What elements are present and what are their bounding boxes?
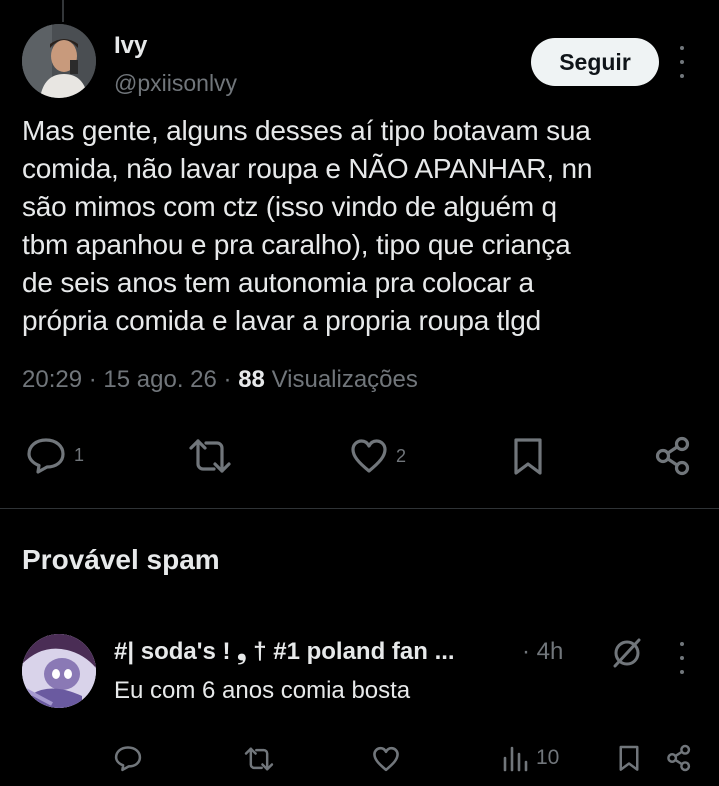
grok-icon[interactable]	[610, 636, 644, 675]
bookmark-icon	[619, 745, 639, 771]
heart-icon	[373, 746, 399, 772]
tweet-meta: 20:29 · 15 ago. 26 · 88 Visualizações	[22, 366, 418, 393]
reply-button[interactable]: 1	[26, 436, 84, 474]
like-count: 2	[396, 445, 407, 466]
reply-retweet-button[interactable]	[244, 746, 274, 772]
retweet-button[interactable]	[188, 438, 232, 474]
reply-text: Eu com 6 anos comia bosta	[114, 677, 411, 704]
share-icon	[667, 744, 691, 772]
reply-views-button[interactable]: 10	[502, 744, 559, 772]
tweet-date[interactable]: 15 ago. 26	[103, 366, 216, 393]
bookmark-icon	[514, 438, 542, 475]
tweet-text: Mas gente, alguns desses aí tipo botavam…	[22, 115, 593, 336]
reply-more-options-icon[interactable]	[670, 642, 694, 674]
bookmark-button[interactable]	[512, 436, 544, 476]
heart-icon	[351, 439, 387, 473]
reply-reply-button[interactable]	[114, 744, 142, 772]
more-options-icon[interactable]	[670, 46, 694, 78]
views-label: Visualizações	[271, 366, 418, 393]
reply-author-name[interactable]: #| soda's ! ❟ † #1 poland fan ...	[114, 638, 455, 666]
reply-time[interactable]: · 4h	[522, 638, 563, 666]
reply-views-count: 10	[536, 746, 560, 769]
reply-icon	[114, 746, 142, 772]
reply-bookmark-button[interactable]	[618, 744, 640, 772]
analytics-icon	[503, 746, 528, 772]
reply-share-button[interactable]	[666, 744, 692, 772]
reply-author-avatar[interactable]	[22, 634, 96, 708]
thread-line	[62, 0, 64, 22]
author-name[interactable]: Ivy	[114, 32, 147, 60]
follow-button[interactable]: Seguir	[531, 38, 659, 86]
views-count: 88	[238, 366, 265, 393]
retweet-icon	[189, 439, 231, 473]
like-button[interactable]: 2	[350, 438, 406, 474]
reply-count: 1	[74, 444, 85, 465]
author-avatar[interactable]	[22, 24, 96, 98]
author-handle[interactable]: @pxiisonlvy	[114, 70, 237, 97]
divider	[0, 508, 719, 509]
tweet-time[interactable]: 20:29	[22, 366, 82, 393]
reply-icon	[27, 438, 65, 474]
share-button[interactable]	[654, 436, 692, 476]
section-title: Provável spam	[22, 544, 220, 575]
reply-like-button[interactable]	[372, 746, 400, 772]
retweet-icon	[244, 747, 274, 771]
share-icon	[655, 436, 690, 476]
